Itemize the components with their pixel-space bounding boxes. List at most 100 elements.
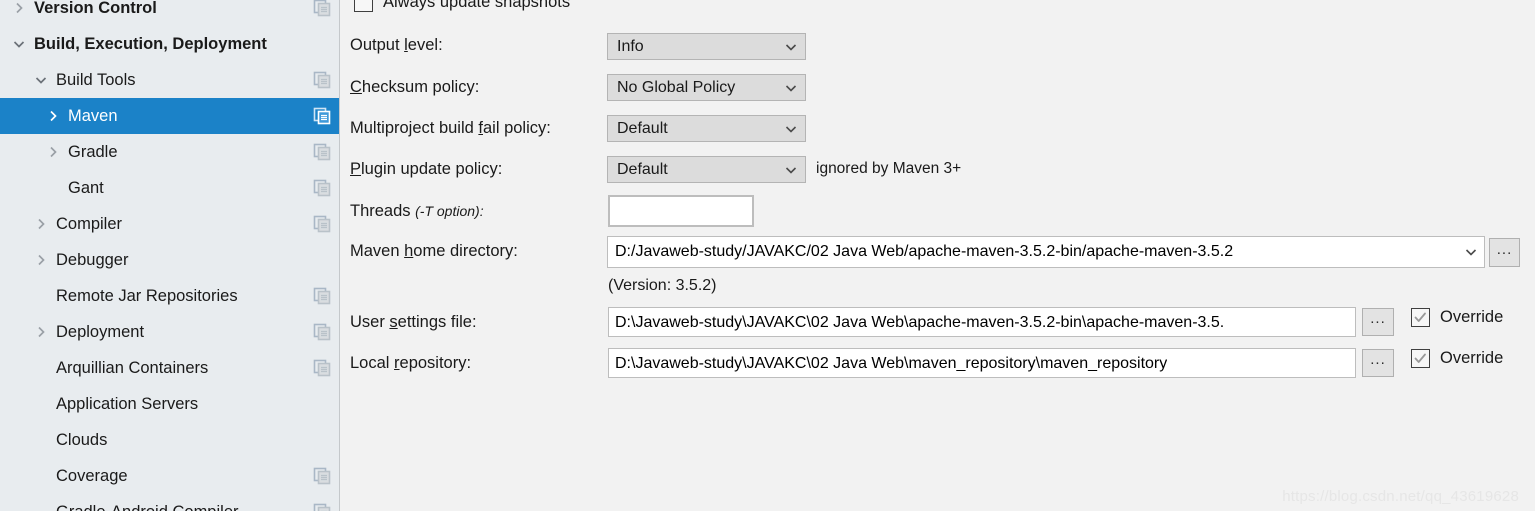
multiproject-fail-policy-value: Default (617, 119, 668, 137)
user-settings-file-input[interactable]: D:\Javaweb-study\JAVAKC\02 Java Web\apac… (608, 307, 1356, 337)
plugin-update-policy-hint: ignored by Maven 3+ (816, 160, 962, 177)
sidebar-item-compiler[interactable]: Compiler (0, 206, 339, 242)
copy-settings-icon[interactable] (313, 0, 331, 17)
chevron-right-icon[interactable] (30, 253, 52, 267)
threads-input[interactable] (608, 195, 754, 227)
sidebar-item-clouds[interactable]: Clouds (0, 422, 339, 458)
sidebar-item-label: Build Tools (56, 71, 136, 89)
copy-settings-icon[interactable] (313, 215, 331, 233)
sidebar-item-label: Gradle (68, 143, 118, 161)
chevron-down-icon[interactable] (8, 37, 30, 51)
chevron-right-icon[interactable] (8, 1, 30, 15)
copy-settings-icon[interactable] (313, 179, 331, 197)
chevron-right-icon[interactable] (42, 145, 64, 159)
plugin-update-policy-label-post: lugin update policy: (361, 160, 503, 178)
chevron-right-icon[interactable] (30, 217, 52, 231)
sidebar-item-label: Coverage (56, 467, 128, 485)
sidebar-item-gradle[interactable]: Gradle (0, 134, 339, 170)
checksum-policy-label-post: hecksum policy: (361, 78, 480, 96)
user-settings-override-label: Override (1440, 308, 1504, 326)
maven-home-label-post: ome directory: (413, 242, 518, 260)
user-settings-file-value: D:\Javaweb-study\JAVAKC\02 Java Web\apac… (615, 313, 1225, 331)
checksum-policy-label: Checksum policy: (350, 77, 479, 97)
sidebar-item-label: Arquillian Containers (56, 359, 209, 377)
output-level-label-post: evel: (407, 36, 443, 54)
chevron-right-icon[interactable] (42, 109, 64, 123)
sidebar-item-remote-jar-repositories[interactable]: Remote Jar Repositories (0, 278, 339, 314)
sidebar-item-label: Deployment (56, 323, 145, 341)
sidebar-item-build-execution-deployment[interactable]: Build, Execution, Deployment (0, 26, 339, 62)
maven-settings-panel: Always update snapshots Output level: In… (340, 0, 1535, 511)
checksum-policy-combobox[interactable]: No Global Policy (607, 74, 806, 101)
chevron-down-icon[interactable] (30, 73, 52, 87)
sidebar-item-arquillian-containers[interactable]: Arquillian Containers (0, 350, 339, 386)
local-repository-label: Local repository: (350, 353, 471, 373)
local-repository-input[interactable]: D:\Javaweb-study\JAVAKC\02 Java Web\mave… (608, 348, 1356, 378)
copy-settings-icon[interactable] (313, 467, 331, 485)
sidebar-item-label: Application Servers (56, 395, 199, 413)
sidebar-item-label: Compiler (56, 215, 123, 233)
copy-settings-icon[interactable] (313, 71, 331, 89)
user-settings-override-row[interactable]: Override (1411, 308, 1503, 327)
sidebar-item-build-tools[interactable]: Build Tools (0, 62, 339, 98)
chevron-down-icon (1464, 245, 1478, 259)
user-settings-browse-button[interactable]: ... (1362, 308, 1394, 336)
watermark: https://blog.csdn.net/qq_43619628 (1282, 488, 1519, 505)
copy-settings-icon[interactable] (313, 503, 331, 511)
local-repository-override-checkbox[interactable] (1411, 349, 1430, 368)
settings-sidebar[interactable]: Version Control Build, Execution, Deploym… (0, 0, 340, 511)
threads-label-option: (-T option): (415, 203, 484, 219)
copy-settings-icon[interactable] (313, 323, 331, 341)
copy-settings-icon[interactable] (313, 359, 331, 377)
maven-home-browse-label: ... (1489, 238, 1520, 267)
local-repository-override-row[interactable]: Override (1411, 349, 1503, 368)
sidebar-item-gradle-android-compiler[interactable]: Gradle-Android Compiler (0, 494, 339, 511)
user-settings-browse-label: ... (1362, 308, 1394, 336)
local-repository-label-pre: Local (350, 354, 395, 372)
multiproject-fail-policy-label-post: ail policy: (482, 119, 551, 137)
always-update-snapshots-label: Always update snapshots (383, 0, 571, 11)
always-update-snapshots-row[interactable]: Always update snapshots (354, 0, 570, 12)
user-settings-file-label: User settings file: (350, 312, 477, 332)
local-repository-override-label: Override (1440, 349, 1504, 367)
output-level-value: Info (617, 37, 644, 55)
plugin-update-policy-combobox[interactable]: Default (607, 156, 806, 183)
always-update-snapshots-checkbox[interactable] (354, 0, 373, 12)
chevron-down-icon (784, 40, 798, 54)
maven-home-browse-button[interactable]: ... (1489, 238, 1520, 267)
sidebar-item-label: Build, Execution, Deployment (34, 35, 267, 53)
sidebar-item-coverage[interactable]: Coverage (0, 458, 339, 494)
maven-home-directory-label: Maven home directory: (350, 241, 518, 261)
multiproject-fail-policy-combobox[interactable]: Default (607, 115, 806, 142)
maven-version-note: (Version: 3.5.2) (608, 277, 717, 294)
copy-settings-icon[interactable] (313, 107, 331, 125)
sidebar-item-label: Clouds (56, 431, 108, 449)
copy-settings-icon[interactable] (313, 287, 331, 305)
maven-home-label-mnemonic: h (404, 242, 414, 260)
threads-label-text: Threads (350, 202, 411, 220)
maven-home-directory-combobox[interactable]: D:/Javaweb-study/JAVAKC/02 Java Web/apac… (607, 236, 1485, 268)
sidebar-item-label: Remote Jar Repositories (56, 287, 238, 305)
user-settings-label-pre: User (350, 313, 390, 331)
plugin-update-policy-value: Default (617, 160, 668, 178)
chevron-right-icon[interactable] (30, 325, 52, 339)
user-settings-override-checkbox[interactable] (1411, 308, 1430, 327)
sidebar-item-debugger[interactable]: Debugger (0, 242, 339, 278)
sidebar-item-deployment[interactable]: Deployment (0, 314, 339, 350)
checksum-policy-value: No Global Policy (617, 78, 736, 96)
sidebar-item-application-servers[interactable]: Application Servers (0, 386, 339, 422)
output-level-combobox[interactable]: Info (607, 33, 806, 60)
maven-home-directory-value: D:/Javaweb-study/JAVAKC/02 Java Web/apac… (615, 243, 1234, 260)
local-repository-browse-button[interactable]: ... (1362, 349, 1394, 377)
copy-settings-icon[interactable] (313, 143, 331, 161)
checksum-policy-label-mnemonic: C (350, 78, 362, 96)
user-settings-label-post: ettings file: (397, 313, 477, 331)
local-repository-value: D:\Javaweb-study\JAVAKC\02 Java Web\mave… (615, 354, 1168, 372)
sidebar-item-maven[interactable]: Maven (0, 98, 339, 134)
output-level-label: Output level: (350, 35, 443, 55)
sidebar-item-gant[interactable]: Gant (0, 170, 339, 206)
plugin-update-policy-label-mnemonic: P (350, 160, 362, 178)
local-repository-browse-label: ... (1362, 349, 1394, 377)
sidebar-item-version-control[interactable]: Version Control (0, 0, 339, 26)
multiproject-fail-policy-label: Multiproject build fail policy: (350, 118, 551, 138)
